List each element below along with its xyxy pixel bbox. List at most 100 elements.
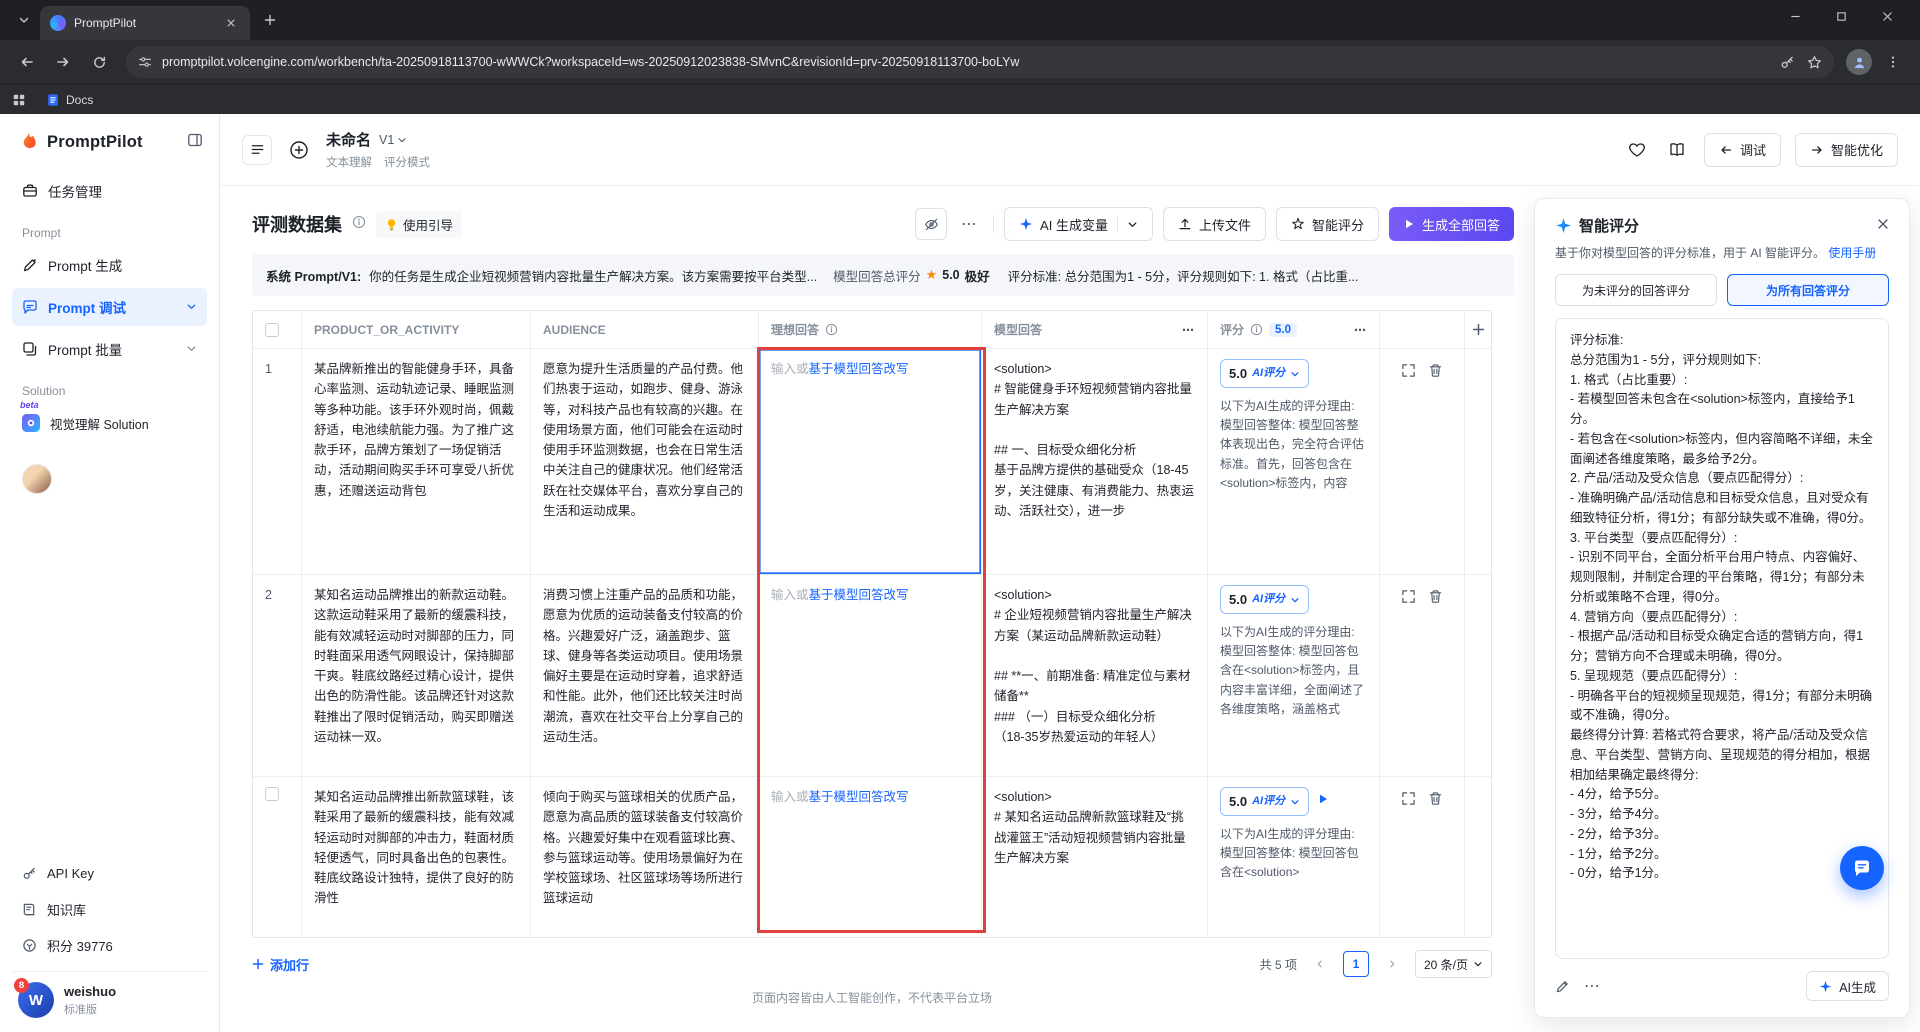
page-number-button[interactable]: 1 xyxy=(1343,951,1369,977)
cell-ideal-answer[interactable]: 输入或基于模型回答改写 xyxy=(759,575,982,777)
bookmark-star-icon[interactable] xyxy=(1807,55,1822,70)
delete-row-icon[interactable] xyxy=(1428,363,1443,564)
sidebar-item-knowledge-base[interactable]: 知识库 xyxy=(12,891,207,927)
cell-audience[interactable]: 愿意为提升生活质量的产品付费。他们热衷于运动，如跑步、健身、游泳等，对科技产品也… xyxy=(543,359,746,521)
sidebar-item-api-key[interactable]: API Key xyxy=(12,855,207,891)
password-key-icon[interactable] xyxy=(1780,55,1795,70)
new-tab-button[interactable] xyxy=(256,6,284,34)
column-header-ideal[interactable]: 理想回答 xyxy=(771,321,819,338)
add-column-icon[interactable] xyxy=(1472,323,1485,336)
sidebar-item-prompt-debug[interactable]: Prompt 调试 xyxy=(12,288,207,326)
rewrite-from-model-link[interactable]: 基于模型回答改写 xyxy=(809,790,909,804)
cell-model-answer[interactable]: <solution> # 企业短视频营销内容批量生产解决方案（某运动品牌新款运动… xyxy=(994,585,1195,747)
sidebar-item-vision-solution[interactable]: beta 视觉理解 Solution xyxy=(12,404,207,442)
sidebar-item-credits[interactable]: 积分 39776 xyxy=(12,927,207,963)
window-close-button[interactable] xyxy=(1864,0,1910,32)
dataset-info-icon[interactable] xyxy=(352,215,366,234)
menu-button[interactable] xyxy=(242,135,272,165)
score-dropdown[interactable]: 5.0 AI评分 xyxy=(1220,359,1309,388)
delete-row-icon[interactable] xyxy=(1428,791,1443,927)
score-unscored-tab[interactable]: 为未评分的回答评分 xyxy=(1555,274,1717,306)
edit-criteria-icon[interactable] xyxy=(1555,979,1570,994)
debug-button[interactable]: 调试 xyxy=(1704,133,1781,167)
scoring-criteria-editor[interactable]: 评分标准: 总分范围为1 - 5分，评分规则如下: 1. 格式（占比重要）: -… xyxy=(1555,318,1889,959)
cell-model-answer[interactable]: <solution> # 某知名运动品牌新款篮球鞋及“挑战灌篮王”活动短视频营销… xyxy=(994,787,1195,868)
manual-book-icon[interactable] xyxy=(1664,137,1690,163)
browser-profile-avatar[interactable] xyxy=(1846,49,1872,75)
delete-row-icon[interactable] xyxy=(1428,589,1443,766)
next-page-button[interactable] xyxy=(1379,951,1405,977)
ideal-placeholder: 输入或 xyxy=(771,362,809,376)
cell-product[interactable]: 某知名运动品牌推出的新款运动鞋。这款运动鞋采用了最新的缓震科技，能有效减轻运动时… xyxy=(314,585,518,747)
expand-row-icon[interactable] xyxy=(1401,589,1416,766)
version-selector[interactable]: V1 xyxy=(379,133,407,147)
sidebar-item-prompt-batch[interactable]: Prompt 批量 xyxy=(12,330,207,368)
generate-all-button[interactable]: 生成全部回答 xyxy=(1389,207,1514,241)
cell-product[interactable]: 某品牌新推出的智能健身手环，具备心率监测、运动轨迹记录、睡眠监测等多种功能。该手… xyxy=(314,359,518,501)
hide-columns-button[interactable] xyxy=(915,208,947,240)
reload-button[interactable] xyxy=(84,47,114,77)
ai-generate-criteria-button[interactable]: AI生成 xyxy=(1806,971,1889,1001)
smart-optimize-button[interactable]: 智能优化 xyxy=(1795,133,1898,167)
sidebar-item-label: Prompt 生成 xyxy=(48,255,122,275)
cell-product[interactable]: 某知名运动品牌推出新款篮球鞋，该鞋采用了最新的缓震科技，能有效减轻运动时对脚部的… xyxy=(314,787,518,909)
table-more-button[interactable]: ⋯ xyxy=(957,214,983,234)
forward-button[interactable] xyxy=(48,47,78,77)
chat-fab[interactable] xyxy=(1840,846,1884,890)
bookmark-docs[interactable]: Docs xyxy=(40,91,99,109)
page-size-select[interactable]: 20 条/页 xyxy=(1415,950,1492,978)
usage-guide-link[interactable]: 使用引导 xyxy=(376,211,462,238)
rewrite-from-model-link[interactable]: 基于模型回答改写 xyxy=(809,362,909,376)
usage-guide-label: 使用引导 xyxy=(403,215,453,234)
smart-score-button[interactable]: 智能评分 xyxy=(1276,207,1379,241)
column-header-score[interactable]: 评分 xyxy=(1220,321,1244,338)
profile-avatar[interactable] xyxy=(22,464,52,494)
expand-row-icon[interactable] xyxy=(1401,363,1416,564)
score-dropdown[interactable]: 5.0 AI评分 xyxy=(1220,585,1309,614)
column-header-product[interactable]: PRODUCT_OR_ACTIVITY xyxy=(314,323,459,337)
tab-close-icon[interactable] xyxy=(222,14,240,32)
cell-ideal-answer[interactable]: 输入或基于模型回答改写 xyxy=(759,777,982,937)
cell-audience[interactable]: 消费习惯上注重产品的品质和功能，愿意为优质的运动装备支付较高的价格。兴趣爱好广泛… xyxy=(543,585,746,747)
user-menu[interactable]: W 8 weishuo 标准版 xyxy=(12,971,207,1018)
rescore-play-button[interactable] xyxy=(1317,791,1329,811)
column-header-model[interactable]: 模型回答 xyxy=(994,321,1042,338)
feedback-heart-icon[interactable] xyxy=(1624,137,1650,163)
score-all-tab[interactable]: 为所有回答评分 xyxy=(1727,274,1889,306)
browser-menu-icon[interactable] xyxy=(1878,47,1908,77)
score-dropdown[interactable]: 5.0 AI评分 xyxy=(1220,787,1309,816)
select-all-checkbox[interactable] xyxy=(265,323,279,337)
browser-tab[interactable]: PromptPilot xyxy=(40,6,250,40)
cell-audience[interactable]: 倾向于购买与篮球相关的优质产品，愿意为高品质的篮球装备支付较高价格。兴趣爱好集中… xyxy=(543,787,746,909)
new-task-button[interactable] xyxy=(284,135,314,165)
total-score-level: 极好 xyxy=(965,266,990,285)
score-column-menu-icon[interactable]: ⋯ xyxy=(1354,323,1367,337)
column-header-audience[interactable]: AUDIENCE xyxy=(543,323,606,337)
sidebar-item-prompt-generate[interactable]: Prompt 生成 xyxy=(12,246,207,284)
beta-badge: beta xyxy=(20,400,39,410)
system-prompt-banner[interactable]: 系统 Prompt/V1: 你的任务是生成企业短视频营销内容批量生产解决方案。该… xyxy=(252,254,1514,296)
window-minimize-button[interactable] xyxy=(1772,0,1818,32)
tab-search-button[interactable] xyxy=(10,6,38,34)
sidebar-item-task-management[interactable]: 任务管理 xyxy=(12,172,207,210)
expand-row-icon[interactable] xyxy=(1401,791,1416,927)
rewrite-from-model-link[interactable]: 基于模型回答改写 xyxy=(809,588,909,602)
score-tag: AI评分 xyxy=(1252,365,1285,383)
table-row: 2 某知名运动品牌推出的新款运动鞋。这款运动鞋采用了最新的缓震科技，能有效减轻运… xyxy=(253,575,1491,777)
manual-link[interactable]: 使用手册 xyxy=(1828,246,1876,260)
panel-more-icon[interactable]: ⋯ xyxy=(1584,976,1600,996)
row-checkbox[interactable] xyxy=(265,787,279,801)
cell-model-answer[interactable]: <solution> # 智能健身手环短视频营销内容批量生产解决方案 ## 一、… xyxy=(994,359,1195,521)
back-button[interactable] xyxy=(12,47,42,77)
apps-grid-icon[interactable] xyxy=(12,93,26,107)
window-maximize-button[interactable] xyxy=(1818,0,1864,32)
url-bar[interactable]: promptpilot.volcengine.com/workbench/ta-… xyxy=(126,46,1834,78)
panel-close-icon[interactable] xyxy=(1877,217,1889,235)
model-column-menu-icon[interactable]: ⋯ xyxy=(1182,323,1195,337)
cell-ideal-answer[interactable]: 输入或基于模型回答改写 xyxy=(759,349,982,575)
sidebar-collapse-icon[interactable] xyxy=(187,132,203,153)
ai-generate-variables-button[interactable]: AI 生成变量 xyxy=(1004,207,1153,241)
prev-page-button[interactable] xyxy=(1307,951,1333,977)
add-row-button[interactable]: 添加行 xyxy=(252,955,309,974)
upload-file-button[interactable]: 上传文件 xyxy=(1163,207,1266,241)
